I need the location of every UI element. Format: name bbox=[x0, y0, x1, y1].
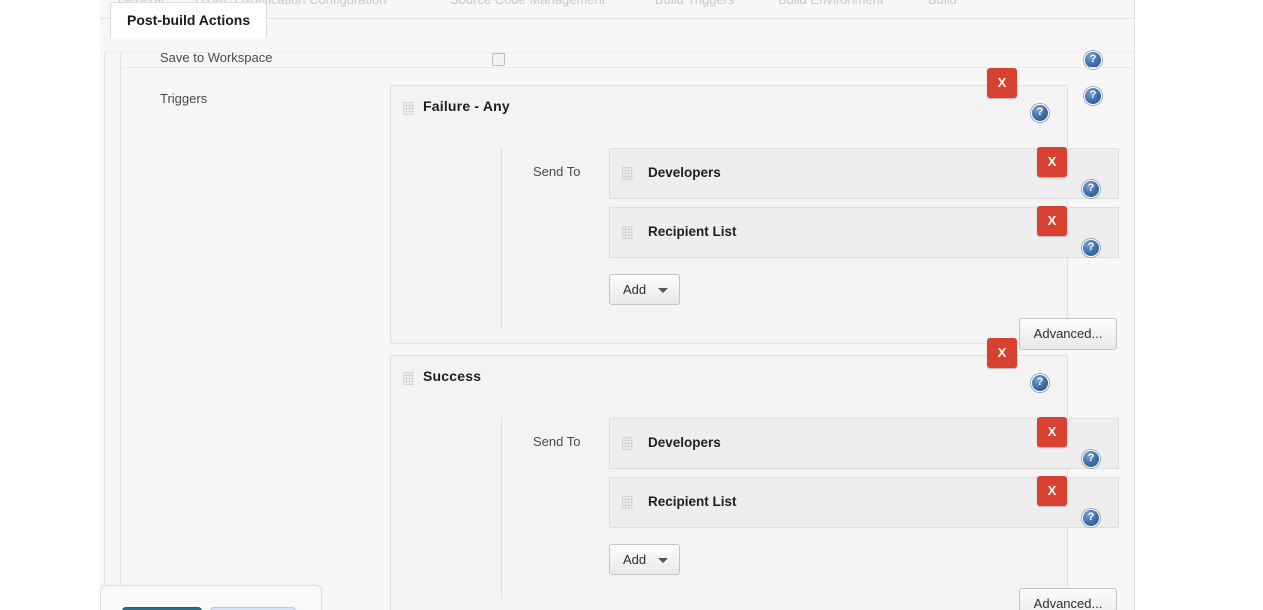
post-build-actions-form: Save to Workspace ? Triggers ? Failure -… bbox=[100, 52, 1135, 610]
trigger-help-icon[interactable]: ? bbox=[1031, 104, 1049, 122]
jenkins-config-page: General HTML5 Notification Configuration… bbox=[100, 0, 1135, 610]
trigger-block-failure-any: Failure - Any X ? Send To Developers X ?… bbox=[390, 85, 1068, 344]
delete-recipient-button[interactable]: X bbox=[1037, 206, 1067, 236]
add-recipient-button[interactable]: Add bbox=[609, 544, 680, 575]
tab-post-build-actions[interactable]: Post-build Actions bbox=[110, 2, 267, 38]
form-rail-inner bbox=[120, 53, 121, 610]
form-rail-outer bbox=[104, 53, 105, 610]
chevron-down-icon bbox=[658, 288, 668, 293]
recipient-help-icon[interactable]: ? bbox=[1082, 450, 1100, 468]
drag-handle-icon[interactable] bbox=[622, 226, 633, 239]
send-to-label: Send To bbox=[533, 164, 580, 179]
send-to-rail bbox=[501, 418, 502, 598]
delete-trigger-button[interactable]: X bbox=[987, 338, 1017, 368]
add-recipient-button[interactable]: Add bbox=[609, 274, 680, 305]
drag-handle-icon[interactable] bbox=[622, 437, 633, 450]
delete-trigger-button[interactable]: X bbox=[987, 68, 1017, 98]
triggers-help-icon[interactable]: ? bbox=[1084, 87, 1102, 105]
send-to-label: Send To bbox=[533, 434, 580, 449]
left-margin bbox=[0, 0, 100, 610]
tab-build-triggers[interactable]: Build Triggers bbox=[655, 0, 734, 7]
save-to-workspace-row: Save to Workspace ? bbox=[100, 53, 1135, 75]
drag-handle-icon[interactable] bbox=[403, 372, 414, 385]
tab-source-code-management[interactable]: Source Code Management bbox=[450, 0, 605, 7]
advanced-button[interactable]: Advanced... bbox=[1019, 318, 1117, 350]
delete-recipient-button[interactable]: X bbox=[1037, 417, 1067, 447]
drag-handle-icon[interactable] bbox=[403, 102, 414, 115]
drag-handle-icon[interactable] bbox=[622, 167, 633, 180]
tab-build[interactable]: Build bbox=[928, 0, 957, 7]
save-to-workspace-checkbox[interactable] bbox=[492, 53, 505, 66]
trigger-title: Success bbox=[423, 368, 481, 384]
trigger-block-header: Success bbox=[391, 356, 1067, 400]
advanced-button[interactable]: Advanced... bbox=[1019, 588, 1117, 610]
trigger-help-icon[interactable]: ? bbox=[1031, 374, 1049, 392]
row-divider bbox=[122, 67, 1132, 68]
save-to-workspace-label: Save to Workspace bbox=[160, 50, 272, 65]
add-recipient-label: Add bbox=[623, 275, 646, 304]
chevron-down-icon bbox=[658, 558, 668, 563]
recipient-help-icon[interactable]: ? bbox=[1082, 509, 1100, 527]
recipient-label: Developers bbox=[648, 165, 721, 180]
tab-build-environment[interactable]: Build Environment bbox=[778, 0, 884, 7]
send-to-rail bbox=[501, 148, 502, 328]
recipient-label: Developers bbox=[648, 435, 721, 450]
drag-handle-icon[interactable] bbox=[622, 496, 633, 509]
right-margin bbox=[1135, 0, 1263, 610]
trigger-title: Failure - Any bbox=[423, 98, 510, 114]
add-recipient-label: Add bbox=[623, 545, 646, 574]
trigger-block-success: Success X ? Send To Developers X ? Recip… bbox=[390, 355, 1068, 610]
recipient-label: Recipient List bbox=[648, 494, 737, 509]
trigger-block-header: Failure - Any bbox=[391, 86, 1067, 130]
recipient-help-icon[interactable]: ? bbox=[1082, 180, 1100, 198]
recipient-label: Recipient List bbox=[648, 224, 737, 239]
delete-recipient-button[interactable]: X bbox=[1037, 476, 1067, 506]
recipient-help-icon[interactable]: ? bbox=[1082, 239, 1100, 257]
config-tab-bar: General HTML5 Notification Configuration… bbox=[100, 0, 1135, 19]
triggers-label: Triggers bbox=[160, 91, 207, 106]
form-footer-bar: Save Apply bbox=[100, 585, 322, 610]
delete-recipient-button[interactable]: X bbox=[1037, 147, 1067, 177]
